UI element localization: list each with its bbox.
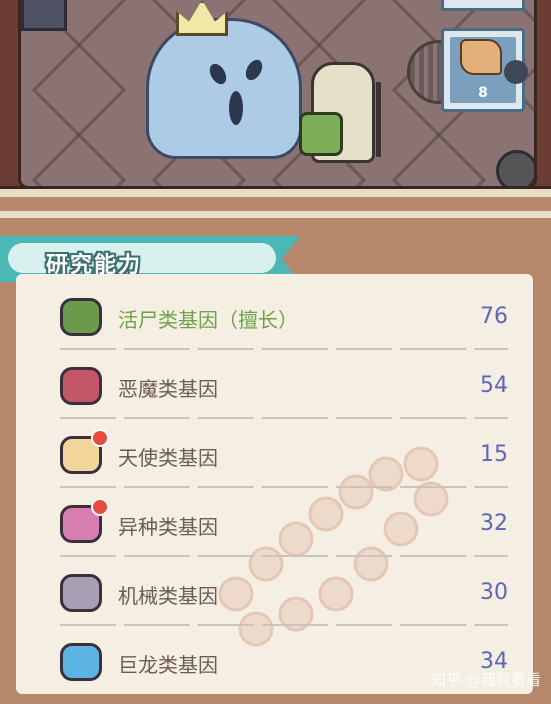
alien-eye-icon — [60, 498, 109, 543]
gene-label: 恶魔类基因 — [118, 377, 218, 401]
gene-label: 巨龙类基因 — [118, 653, 218, 677]
scene-frame-bar — [0, 186, 551, 221]
gene-label: 机械类基因 — [118, 584, 218, 608]
gene-value: 76 — [480, 304, 508, 329]
row-divider — [60, 348, 508, 350]
ghost-mouth — [229, 91, 243, 125]
gene-value: 54 — [480, 373, 508, 398]
gene-row-mechanical[interactable]: 机械类基因 30 — [42, 558, 532, 626]
alert-dot-icon — [91, 498, 109, 516]
gene-row-zombie[interactable]: 活尸类基因（擅长） 76 — [42, 282, 532, 350]
gene-label: 天使类基因 — [118, 446, 218, 470]
row-divider — [60, 624, 508, 626]
gene-row-demon[interactable]: 恶魔类基因 54 — [42, 351, 532, 419]
angel-head-icon — [60, 429, 109, 474]
chest-icon — [21, 0, 67, 31]
spear-icon — [376, 82, 381, 157]
row-divider — [60, 417, 508, 419]
gene-row-angel[interactable]: 天使类基因 15 — [42, 420, 532, 488]
scroll-icon — [460, 39, 502, 75]
alert-dot-icon — [91, 429, 109, 447]
zombie-head-icon — [60, 298, 102, 336]
gear-icon — [496, 150, 534, 186]
gene-value: 30 — [480, 580, 508, 605]
demon-head-icon — [60, 367, 102, 405]
dungeon-floor: 8 — [18, 0, 537, 189]
research-list: 活尸类基因（擅长） 76 恶魔类基因 54 天使类基因 15 异种类基因 32 — [16, 274, 533, 694]
ghost-eye — [206, 60, 230, 88]
gene-row-alien[interactable]: 异种类基因 32 — [42, 489, 532, 557]
research-panel: 研究能力 活尸类基因（擅长） 76 恶魔类基因 54 天使类基因 15 异种类基… — [0, 218, 551, 704]
ghost-monster[interactable] — [146, 18, 302, 159]
item-card-top[interactable] — [441, 0, 525, 11]
row-divider — [60, 555, 508, 557]
source-watermark: 知乎 @我就看看 — [431, 671, 541, 689]
crown-icon — [176, 0, 228, 36]
game-scene: 8 — [0, 0, 551, 221]
gene-value: 15 — [480, 442, 508, 467]
pipe-icon — [504, 60, 528, 84]
robot-head-icon — [60, 574, 102, 612]
gene-label: 活尸类基因（擅长） — [118, 308, 298, 332]
goblin-mask-icon — [299, 112, 343, 156]
row-divider — [60, 486, 508, 488]
gene-label: 异种类基因 — [118, 515, 218, 539]
ghost-eye — [242, 56, 266, 84]
dragon-head-icon — [60, 643, 102, 681]
gene-value: 32 — [480, 511, 508, 536]
